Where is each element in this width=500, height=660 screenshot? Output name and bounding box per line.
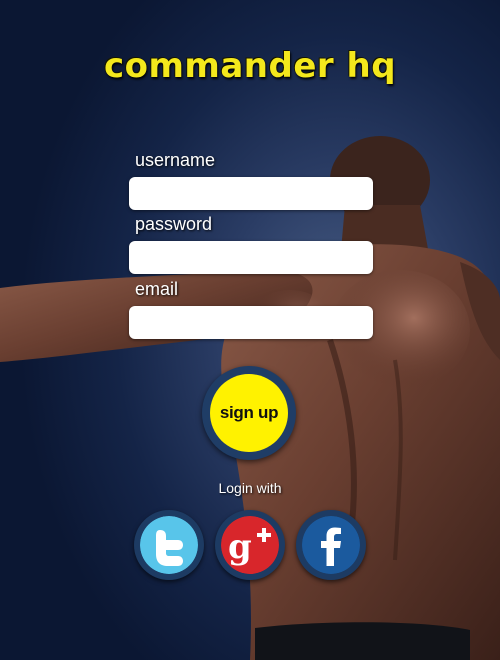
twitter-login-button[interactable] (134, 510, 204, 580)
email-field[interactable] (129, 306, 373, 339)
google-plus-icon: g (221, 516, 279, 574)
twitter-icon (140, 516, 198, 574)
login-with-label: Login with (218, 480, 282, 496)
facebook-icon (302, 516, 360, 574)
app-title: commander hq (103, 46, 397, 86)
svg-text:g: g (228, 527, 252, 567)
facebook-login-button[interactable] (296, 510, 366, 580)
signup-screen: commander hq username password email sig… (0, 0, 500, 660)
google-plus-login-button[interactable]: g (215, 510, 285, 580)
password-label: password (135, 214, 213, 234)
email-label: email (135, 279, 179, 299)
password-field[interactable] (129, 241, 373, 274)
username-label: username (135, 150, 216, 170)
username-field[interactable] (129, 177, 373, 210)
signup-button[interactable]: sign up (210, 374, 288, 452)
